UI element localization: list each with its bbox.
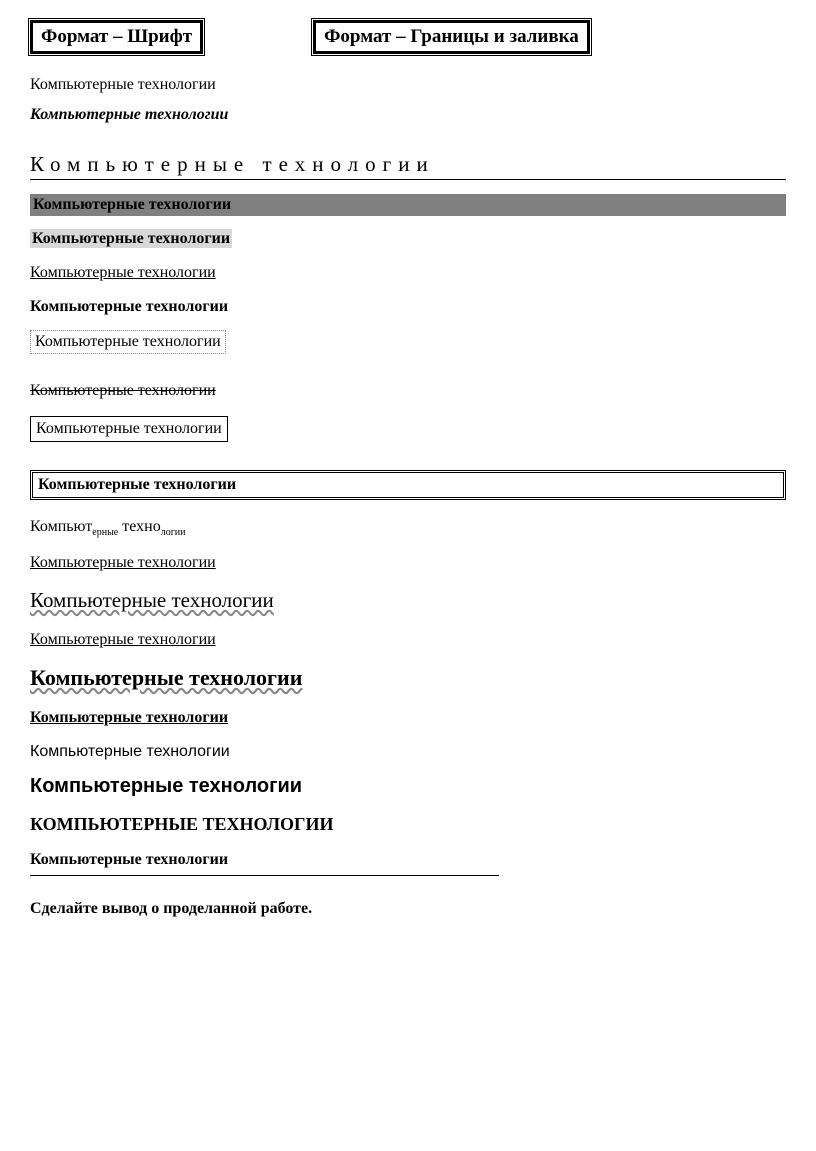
sample-caps: КОМПЬЮТЕРНЫЕ ТЕХНОЛОГИИ <box>30 814 786 835</box>
sample-plain: Компьютерные технологии <box>30 76 786 94</box>
sample-sans-bold: Компьютерные технологии <box>30 775 786 798</box>
sample-underline: Компьютерные технологии <box>30 264 786 282</box>
footer-text: Сделайте вывод о проделанной работе. <box>30 900 786 918</box>
sample-underline-bold: Компьютерные технологии <box>30 709 786 727</box>
sample-underline-2: Компьютерные технологии <box>30 554 786 572</box>
sample-box1-wrap: Компьютерные технологии <box>30 416 786 456</box>
sample-dotted: Компьютерные технологии <box>30 330 226 354</box>
header-box-borders: Формат – Границы и заливка <box>313 20 590 54</box>
sample-dotted-wrap: Компьютерные технологии <box>30 330 786 368</box>
sample-box-double: Компьютерные технологии <box>30 470 786 500</box>
header-box-font: Формат – Шрифт <box>30 20 203 54</box>
sample-underline-3: Компьютерные технологии <box>30 631 786 649</box>
sample-wavy-large: Компьютерные технологии <box>30 588 786 613</box>
header-row: Формат – Шрифт Формат – Границы и заливк… <box>30 20 786 54</box>
sample-wavy-bold: Компьютерные технологии <box>30 665 786 691</box>
sample-last: Компьютерные технологии <box>30 851 786 869</box>
sample-gray-partial: Компьютерные технологии <box>30 230 786 248</box>
sample-sans: Компьютерные технологии <box>30 743 786 761</box>
sample-spaced: Компьютерные технологии <box>30 152 786 180</box>
sample-box1: Компьютерные технологии <box>30 416 228 442</box>
sample-gray-full: Компьютерные технологии <box>30 194 786 216</box>
sample-strike: Компьютерные технологии <box>30 382 786 400</box>
sample-italic: Компьютерные технологии <box>30 106 786 124</box>
sample-bold: Компьютерные технологии <box>30 298 786 316</box>
sample-subscript: Компьютерные технологии <box>30 518 786 538</box>
divider-line <box>30 875 499 876</box>
